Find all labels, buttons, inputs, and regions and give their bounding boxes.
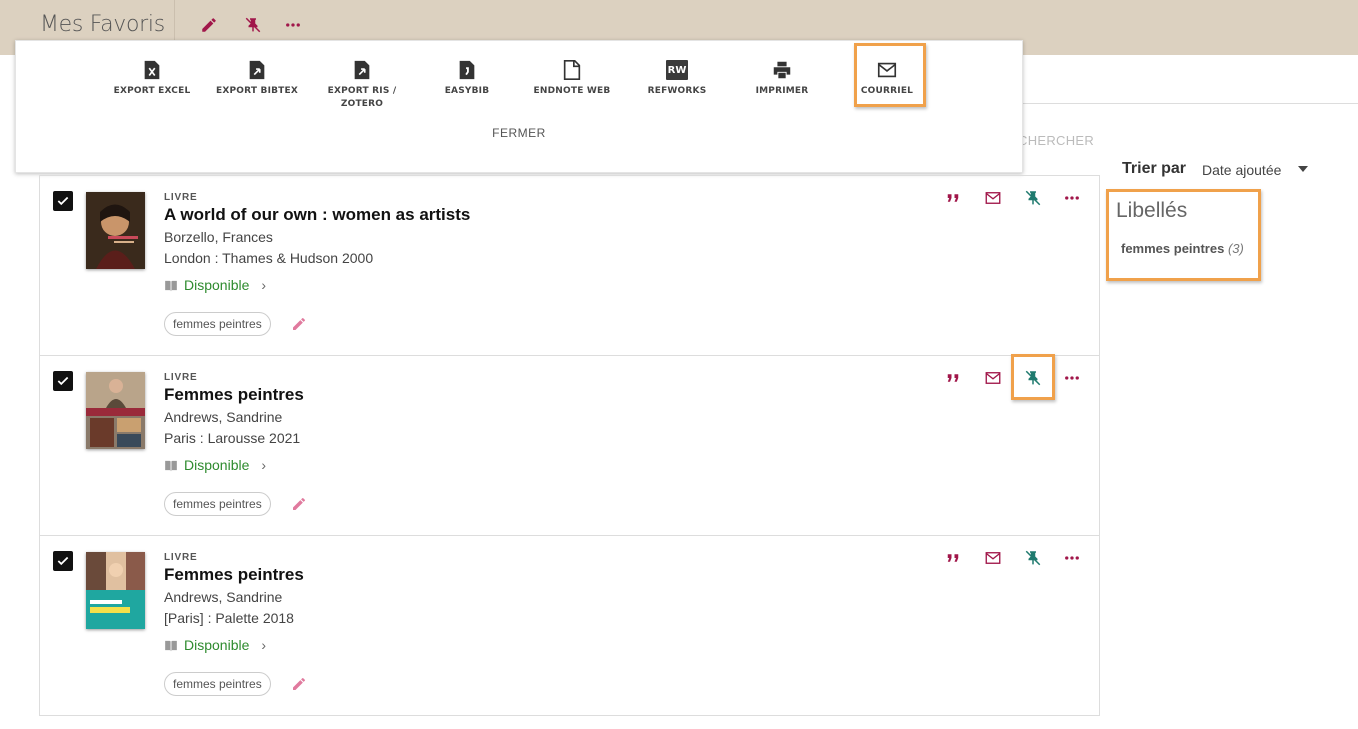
record-author: Borzello, Frances <box>164 229 273 245</box>
bibtex-icon <box>207 57 307 83</box>
record-title[interactable]: Femmes peintres <box>164 565 304 585</box>
unpin-icon[interactable] <box>1020 546 1046 570</box>
refworks-label: REFWORKS <box>647 86 707 96</box>
easybib-icon <box>417 57 517 83</box>
chevron-right-icon: › <box>261 277 267 293</box>
book-cover[interactable] <box>86 552 145 629</box>
availability-link[interactable]: Disponible › <box>164 457 266 473</box>
more-icon[interactable] <box>1059 546 1085 570</box>
export-ris-label: EXPORT RIS / ZOTERO <box>327 86 397 109</box>
excel-icon <box>102 57 202 83</box>
export-panel: EXPORT EXCEL EXPORT BIBTEX EXPORT RIS / … <box>15 40 1023 173</box>
refworks-badge: RW <box>666 60 688 80</box>
refworks-button[interactable]: RW REFWORKS <box>627 57 727 98</box>
page-title: Mes Favoris <box>40 12 165 37</box>
select-checkbox[interactable] <box>53 191 73 211</box>
select-checkbox[interactable] <box>53 551 73 571</box>
list-item: LIVRE Femmes peintres Andrews, Sandrine … <box>40 536 1099 715</box>
email-button[interactable]: COURRIEL <box>837 57 937 98</box>
email-icon[interactable] <box>980 366 1006 390</box>
favorites-list: LIVRE A world of our own : women as arti… <box>39 175 1100 716</box>
edit-tag-icon[interactable] <box>291 496 307 512</box>
print-label: IMPRIMER <box>755 86 809 96</box>
label-filter-femmes-peintres[interactable]: femmes peintres (3) <box>1121 241 1244 256</box>
export-ris-button[interactable]: EXPORT RIS / ZOTERO <box>312 57 412 111</box>
book-icon <box>165 460 177 471</box>
record-publication: London : Thames & Hudson 2000 <box>164 250 374 266</box>
sort-label: Trier par <box>1122 160 1187 177</box>
list-item: LIVRE Femmes peintres Andrews, Sandrine … <box>40 354 1099 536</box>
citation-icon[interactable] <box>940 366 966 390</box>
tag-chip[interactable]: femmes peintres <box>164 312 271 336</box>
record-title[interactable]: A world of our own : women as artists <box>164 205 470 225</box>
select-checkbox[interactable] <box>53 371 73 391</box>
email-icon[interactable] <box>980 186 1006 210</box>
email-label: COURRIEL <box>860 86 914 96</box>
more-icon[interactable] <box>282 14 304 36</box>
record-type: LIVRE <box>164 192 198 203</box>
unpin-icon[interactable] <box>1020 186 1046 210</box>
record-publication: Paris : Larousse 2021 <box>164 430 301 446</box>
label-count: (3) <box>1227 241 1244 256</box>
sort-dropdown-caret[interactable] <box>1298 166 1308 172</box>
export-excel-label: EXPORT EXCEL <box>113 86 191 96</box>
availability-status: Disponible <box>184 457 250 473</box>
citation-icon[interactable] <box>940 546 966 570</box>
ris-icon <box>312 57 412 83</box>
tag-chip[interactable]: femmes peintres <box>164 672 271 696</box>
availability-status: Disponible <box>184 637 250 653</box>
chevron-right-icon: › <box>261 637 267 653</box>
edit-tag-icon[interactable] <box>291 316 307 332</box>
edit-tag-icon[interactable] <box>291 676 307 692</box>
refworks-icon: RW <box>627 57 727 83</box>
check-icon <box>57 196 69 206</box>
labels-title: Libellés <box>1116 199 1188 222</box>
record-title[interactable]: Femmes peintres <box>164 385 304 405</box>
unpin-icon[interactable] <box>1020 366 1046 390</box>
unpin-icon[interactable] <box>242 14 264 36</box>
export-excel-button[interactable]: EXPORT EXCEL <box>102 57 202 98</box>
record-type: LIVRE <box>164 552 198 563</box>
search-link-ghost[interactable]: CHERCHER <box>1018 133 1094 148</box>
toolbar-divider <box>1022 103 1358 104</box>
more-icon[interactable] <box>1059 366 1085 390</box>
record-type: LIVRE <box>164 372 198 383</box>
book-icon <box>165 280 177 291</box>
print-icon <box>732 57 832 83</box>
export-bibtex-label: EXPORT BIBTEX <box>215 86 299 96</box>
more-icon[interactable] <box>1059 186 1085 210</box>
citation-icon[interactable] <box>940 186 966 210</box>
availability-status: Disponible <box>184 277 250 293</box>
record-author: Andrews, Sandrine <box>164 409 283 425</box>
availability-link[interactable]: Disponible › <box>164 637 266 653</box>
export-bibtex-button[interactable]: EXPORT BIBTEX <box>207 57 307 98</box>
print-button[interactable]: IMPRIMER <box>732 57 832 98</box>
close-button[interactable]: FERMER <box>484 126 554 140</box>
edit-icon[interactable] <box>198 14 220 36</box>
endnote-web-label: ENDNOTE WEB <box>533 86 611 96</box>
easybib-button[interactable]: EASYBIB <box>417 57 517 98</box>
email-icon[interactable] <box>980 546 1006 570</box>
book-icon <box>165 640 177 651</box>
easybib-label: EASYBIB <box>444 86 490 96</box>
label-name: femmes peintres <box>1121 241 1225 256</box>
list-item: LIVRE A world of our own : women as arti… <box>40 176 1099 356</box>
book-cover[interactable] <box>86 372 145 449</box>
tag-chip[interactable]: femmes peintres <box>164 492 271 516</box>
endnote-web-button[interactable]: ENDNOTE WEB <box>522 57 622 98</box>
check-icon <box>57 556 69 566</box>
check-icon <box>57 376 69 386</box>
mail-icon <box>837 57 937 83</box>
sort-select[interactable]: Date ajoutée <box>1202 162 1281 178</box>
chevron-right-icon: › <box>261 457 267 473</box>
availability-link[interactable]: Disponible › <box>164 277 266 293</box>
endnote-icon <box>522 57 622 83</box>
record-publication: [Paris] : Palette 2018 <box>164 610 294 626</box>
record-author: Andrews, Sandrine <box>164 589 283 605</box>
book-cover[interactable] <box>86 192 145 269</box>
